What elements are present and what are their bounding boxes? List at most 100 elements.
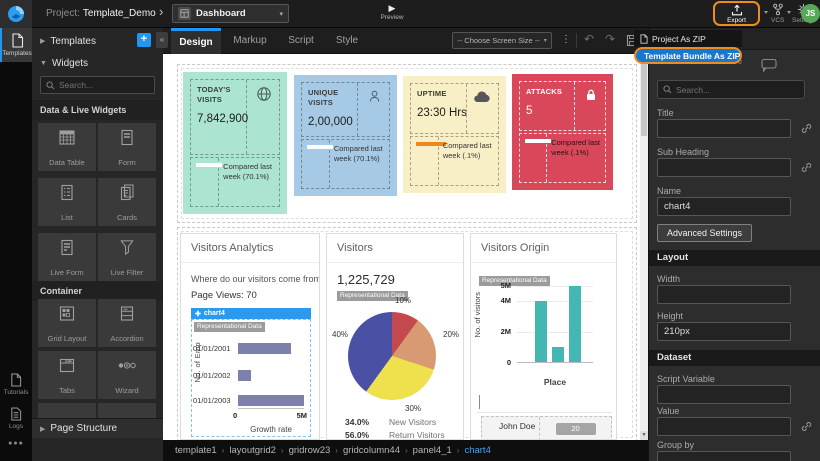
properties-search-input[interactable] — [676, 85, 799, 95]
export-label: Export — [727, 17, 746, 24]
widget-tile-cards[interactable]: Cards — [98, 178, 156, 226]
widgets-section-header[interactable]: ▼ Widgets — [32, 54, 163, 72]
widget-search-input[interactable] — [59, 80, 149, 90]
user-avatar[interactable]: JS — [801, 4, 820, 23]
chat-icon[interactable] — [761, 58, 777, 72]
title-field[interactable] — [657, 119, 791, 138]
widget-tile-form[interactable]: Form — [98, 123, 156, 171]
export-chevron-icon[interactable] — [764, 11, 768, 14]
visitors-panel[interactable]: Visitors 1,225,729 Representational Data… — [326, 233, 464, 440]
tab-script[interactable]: Script — [279, 28, 323, 54]
panel-subtitle: Where do our visitors come from — [191, 274, 319, 284]
export-button[interactable]: Export — [713, 1, 760, 26]
more-options-icon[interactable]: ●●● — [0, 440, 32, 447]
redo-icon[interactable]: ↷ — [605, 32, 615, 46]
branch-icon — [772, 3, 784, 16]
visitors-analytics-panel[interactable]: Visitors Analytics Where do our visitors… — [180, 233, 320, 440]
sidebar-item-tutorials[interactable]: Tutorials — [0, 368, 32, 396]
widget-tile-list[interactable]: List — [38, 178, 96, 226]
widget-tile-tabs[interactable]: Tabs — [38, 351, 96, 399]
origin-table-row[interactable]: John Doe 20 — [481, 416, 612, 440]
stat-card-todays-visits[interactable]: TODAY'S VISITS 7,842,900 Compared last w… — [183, 72, 287, 214]
tab-markup[interactable]: Markup — [225, 28, 275, 54]
widget-tile-grid-layout[interactable]: Grid Layout — [38, 299, 96, 347]
breadcrumb-item[interactable]: panel4_1 — [413, 445, 452, 456]
panel-title: Visitors Origin — [471, 234, 616, 263]
value-field[interactable] — [657, 417, 791, 436]
tab-style[interactable]: Style — [327, 28, 367, 54]
subheading-field[interactable] — [657, 158, 791, 177]
chart4-widget[interactable]: ✚ chart4 Representational Data No. of Em… — [191, 308, 311, 437]
sidebar-item-logs[interactable]: Logs — [0, 402, 32, 430]
page-views-stat: Page Views: 70 — [191, 290, 257, 301]
page-structure-section-header[interactable]: ▶ Page Structure — [32, 418, 163, 438]
widget-tile-live-form[interactable]: Live Form — [38, 233, 96, 281]
name-field[interactable] — [657, 197, 791, 216]
bind-link-icon[interactable] — [801, 162, 812, 173]
group-by-field[interactable] — [657, 451, 791, 461]
selected-widget-header[interactable]: ✚ chart4 — [191, 308, 311, 319]
widget-tile-data-table[interactable]: Data Table — [38, 123, 96, 171]
chevron-down-icon: ▾ — [279, 10, 283, 18]
legend-value: 56.0% — [345, 430, 375, 440]
vcs-chevron-icon[interactable] — [787, 11, 791, 14]
add-template-button[interactable]: + — [137, 33, 151, 47]
dataset-section-header[interactable]: Dataset — [649, 350, 820, 366]
tab-design[interactable]: Design — [171, 28, 221, 54]
widget-tile-partial[interactable] — [38, 403, 96, 418]
bind-link-icon[interactable] — [801, 123, 812, 134]
vcs-button[interactable]: VCS — [771, 3, 784, 24]
collapse-panel-button[interactable]: « — [156, 32, 168, 48]
preview-button[interactable]: ▶ Preview — [372, 3, 412, 21]
bar — [569, 286, 581, 362]
undo-icon[interactable]: ↶ — [584, 32, 594, 46]
gridline — [517, 332, 593, 333]
canvas-scrollbar[interactable]: ▼ — [640, 54, 648, 440]
widget-tile-accordion[interactable]: Accordion — [98, 299, 156, 347]
widget-group-title: Container — [32, 281, 163, 301]
widget-tile-partial[interactable] — [98, 403, 156, 418]
height-field[interactable] — [657, 322, 791, 341]
menu-item-project-as-zip[interactable]: Project As ZIP — [634, 30, 742, 47]
scrollbar-thumb[interactable] — [641, 56, 647, 136]
breadcrumb-item-active[interactable]: chart4 — [464, 445, 490, 456]
screen-size-value: -- Choose Screen Size -- — [457, 36, 540, 45]
app-logo[interactable] — [0, 0, 32, 28]
widget-search-box[interactable] — [40, 76, 155, 94]
layout-section-header[interactable]: Layout — [649, 250, 820, 266]
sidebar-item-label: Templates — [2, 50, 32, 57]
toolbar-divider — [576, 33, 577, 48]
stat-card-attacks[interactable]: ATTACKS 5 Compared last week (.1%) — [512, 74, 613, 190]
advanced-settings-button[interactable]: Advanced Settings — [657, 224, 752, 242]
stat-card-uptime[interactable]: UPTIME 23:30 Hrs Compared last week (.1%… — [403, 76, 506, 193]
properties-panel: % Title Sub Heading Name Advanced Settin… — [648, 28, 820, 461]
visitors-origin-panel[interactable]: Visitors Origin Representational Data No… — [470, 233, 617, 440]
stat-card-title: ATTACKS — [526, 87, 569, 97]
brand-icon — [7, 5, 25, 23]
sidebar-item-templates[interactable]: Templates — [0, 28, 32, 62]
bar — [535, 301, 547, 362]
width-field[interactable] — [657, 285, 791, 304]
scroll-down-arrow-icon[interactable]: ▼ — [640, 431, 648, 440]
breadcrumb-item[interactable]: gridcolumn44 — [343, 445, 400, 456]
properties-search-box[interactable] — [657, 80, 805, 99]
origin-table-input[interactable] — [477, 392, 612, 413]
widget-tile-wizard[interactable]: Wizard — [98, 351, 156, 399]
widget-tile-live-filter[interactable]: Live Filter — [98, 233, 156, 281]
live-form-icon — [57, 239, 77, 256]
bind-link-icon[interactable] — [801, 421, 812, 432]
script-variable-field-label: Script Variable — [657, 374, 715, 384]
breadcrumb-item[interactable]: template1 — [175, 445, 217, 456]
script-variable-field[interactable] — [657, 385, 791, 404]
breadcrumb-separator: › — [405, 446, 408, 455]
menu-item-template-bundle-as-zip[interactable]: Template Bundle As ZIP — [634, 47, 742, 64]
stat-card-value: 7,842,900 — [197, 112, 255, 127]
breadcrumb-item[interactable]: gridrow23 — [289, 445, 331, 456]
design-canvas[interactable]: TODAY'S VISITS 7,842,900 Compared last w… — [163, 54, 640, 440]
stat-card-unique-visits[interactable]: UNIQUE VISITS 2,00,000 Compared last wee… — [294, 75, 397, 196]
breadcrumb-item[interactable]: layoutgrid2 — [229, 445, 275, 456]
project-name: Template_Demo — [83, 8, 156, 19]
more-tools-icon[interactable]: ⋮ — [560, 32, 572, 49]
screen-size-dropdown[interactable]: -- Choose Screen Size -- ▾ — [452, 32, 552, 49]
page-selector-dropdown[interactable]: Dashboard ▾ — [172, 4, 289, 23]
